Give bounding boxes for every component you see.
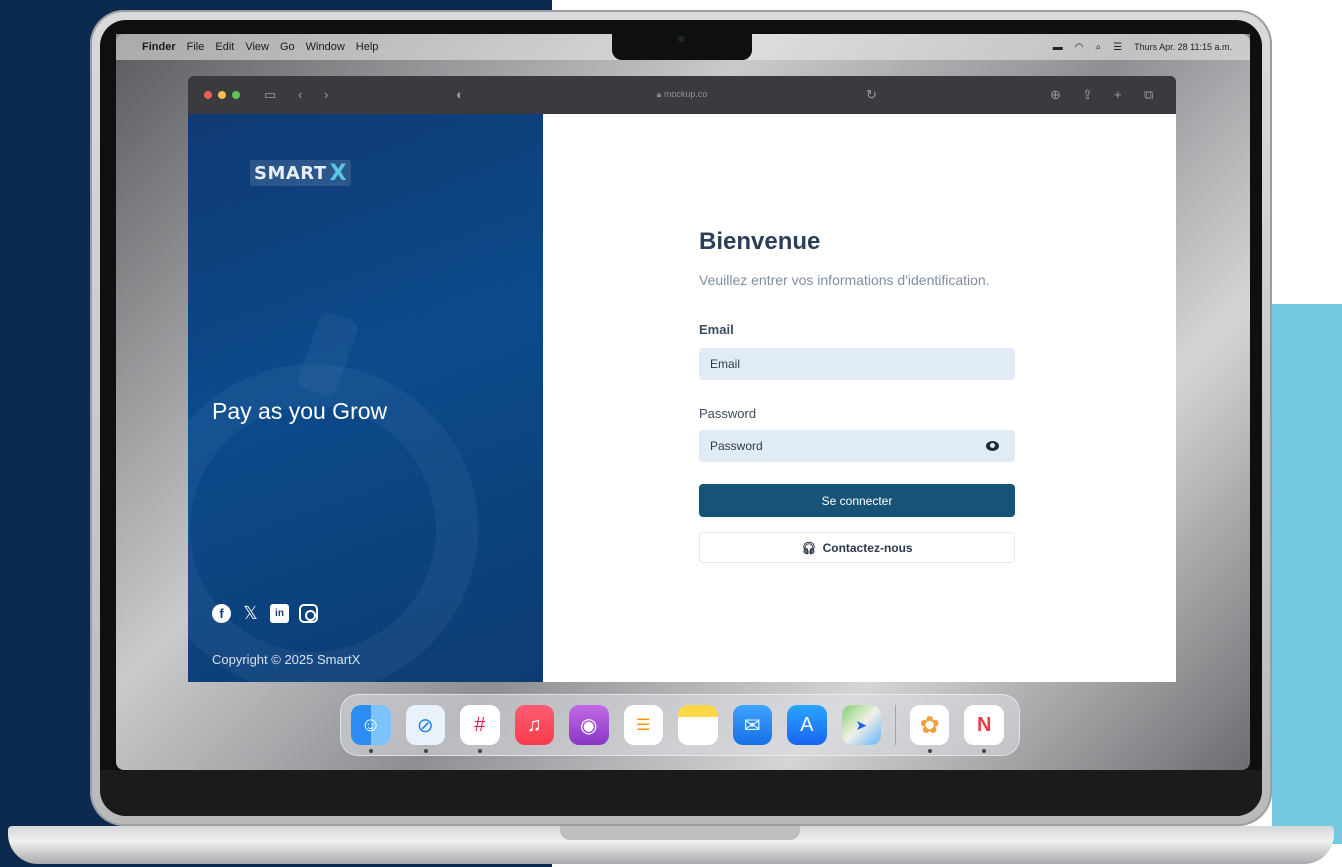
dock-app-photos[interactable]: ✿ <box>909 705 950 753</box>
mail-envelope-icon: ✉ <box>743 714 761 737</box>
dock-separator <box>895 705 896 745</box>
dock-app-music[interactable]: ♫ <box>514 705 554 745</box>
dock-app-slack[interactable]: # <box>460 705 500 753</box>
dock-app-news[interactable]: N <box>964 705 1004 753</box>
address-bar-url: mockup.co <box>663 89 708 99</box>
headset-icon: 🎧︎ <box>801 540 817 555</box>
dock-app-safari[interactable]: ⊘ <box>405 705 445 753</box>
mac-dock: ☺ ⊘ # ♫ ◉ ☰ ✉ A ➤ ✿ N <box>340 694 1020 756</box>
login-subtitle: Veuillez entrer vos informations d'ident… <box>699 272 990 288</box>
page-title: Bienvenue <box>699 228 821 255</box>
dock-app-reminders[interactable]: ☰ <box>623 705 663 745</box>
address-bar[interactable]: 🔒︎ mockup.co <box>188 89 1176 100</box>
menu-view[interactable]: View <box>245 41 269 53</box>
show-password-eye-icon[interactable] <box>986 441 999 451</box>
menu-bar-status: ▬ ◠ ⌕ ☰ Thurs Apr. 28 11:15 a.m. <box>1053 34 1232 60</box>
new-tab-icon[interactable]: + <box>1114 87 1122 102</box>
background-cyan-accent <box>1272 304 1342 844</box>
menu-finder[interactable]: Finder <box>142 41 176 53</box>
x-icon[interactable]: 𝕏 <box>241 603 260 623</box>
contact-button[interactable]: 🎧︎ Contactez-nous <box>699 532 1015 563</box>
menu-window[interactable]: Window <box>306 41 345 53</box>
reload-icon[interactable]: ↻ <box>866 87 877 103</box>
photos-flower-icon: ✿ <box>919 711 940 739</box>
dock-app-mail[interactable]: ✉ <box>732 705 772 745</box>
social-links: f 𝕏 in <box>212 603 318 623</box>
dock-app-app-store[interactable]: A <box>787 705 827 745</box>
laptop-chin <box>100 770 1262 816</box>
instagram-icon[interactable] <box>299 604 318 623</box>
brand-panel: SMART X Pay as you Grow f 𝕏 in Copyright… <box>188 114 543 682</box>
brand-tagline: Pay as you Grow <box>212 398 388 424</box>
news-icon: N <box>977 713 992 736</box>
email-label: Email <box>699 322 734 337</box>
camera-icon <box>678 36 684 42</box>
download-icon[interactable]: ⊕ <box>1050 87 1061 103</box>
facebook-icon[interactable]: f <box>212 604 231 623</box>
logo-wordmark: SMART <box>254 162 327 184</box>
spotlight-search-icon[interactable]: ⌕ <box>1096 42 1102 53</box>
share-icon[interactable]: ⇪ <box>1082 87 1093 103</box>
app-store-icon: A <box>800 713 814 736</box>
control-center-icon[interactable]: ☰ <box>1113 42 1122 53</box>
battery-icon[interactable]: ▬ <box>1053 42 1063 53</box>
menu-go[interactable]: Go <box>280 41 295 53</box>
copyright-text: Copyright © 2025 SmartX <box>212 652 361 667</box>
browser-window: ▭ ‹ › ◐ 🔒︎ mockup.co ↻ ⊕ ⇪ + ⧉ SMART X P… <box>188 76 1176 682</box>
running-indicator <box>982 749 987 753</box>
running-indicator <box>478 749 482 753</box>
dock-app-maps[interactable]: ➤ <box>841 705 881 745</box>
login-panel: Bienvenue Veuillez entrer vos informatio… <box>543 114 1176 682</box>
smartx-logo: SMART X <box>250 160 351 186</box>
logo-x-mark: X <box>329 160 347 186</box>
contact-button-label: Contactez-nous <box>822 540 913 555</box>
dock-app-finder[interactable]: ☺ <box>351 705 391 753</box>
laptop-base-notch <box>560 826 800 840</box>
tab-overview-icon[interactable]: ⧉ <box>1144 87 1153 103</box>
dock-app-podcasts[interactable]: ◉ <box>569 705 609 745</box>
finder-icon: ☺ <box>360 713 381 736</box>
wifi-icon[interactable]: ◠ <box>1075 42 1084 53</box>
running-indicator <box>369 749 373 753</box>
podcasts-icon: ◉ <box>580 714 598 737</box>
menu-help[interactable]: Help <box>356 41 379 53</box>
linkedin-icon[interactable]: in <box>270 604 289 623</box>
reminders-list-icon: ☰ <box>636 717 651 734</box>
email-field[interactable] <box>699 348 1015 380</box>
login-button[interactable]: Se connecter <box>699 484 1015 517</box>
music-note-icon: ♫ <box>526 713 542 736</box>
safari-compass-icon: ⊘ <box>416 714 434 737</box>
running-indicator <box>927 749 932 753</box>
maps-icon: ➤ <box>855 716 868 733</box>
password-field[interactable] <box>699 430 1015 462</box>
password-label: Password <box>699 406 757 421</box>
menu-file[interactable]: File <box>187 41 205 53</box>
lock-icon: 🔒︎ <box>656 89 664 99</box>
slack-icon: # <box>474 713 486 736</box>
browser-toolbar: ▭ ‹ › ◐ 🔒︎ mockup.co ↻ ⊕ ⇪ + ⧉ <box>188 76 1176 114</box>
menu-edit[interactable]: Edit <box>215 41 234 53</box>
running-indicator <box>423 749 428 753</box>
menu-bar-clock[interactable]: Thurs Apr. 28 11:15 a.m. <box>1134 42 1232 52</box>
dock-app-notes[interactable] <box>678 705 718 745</box>
